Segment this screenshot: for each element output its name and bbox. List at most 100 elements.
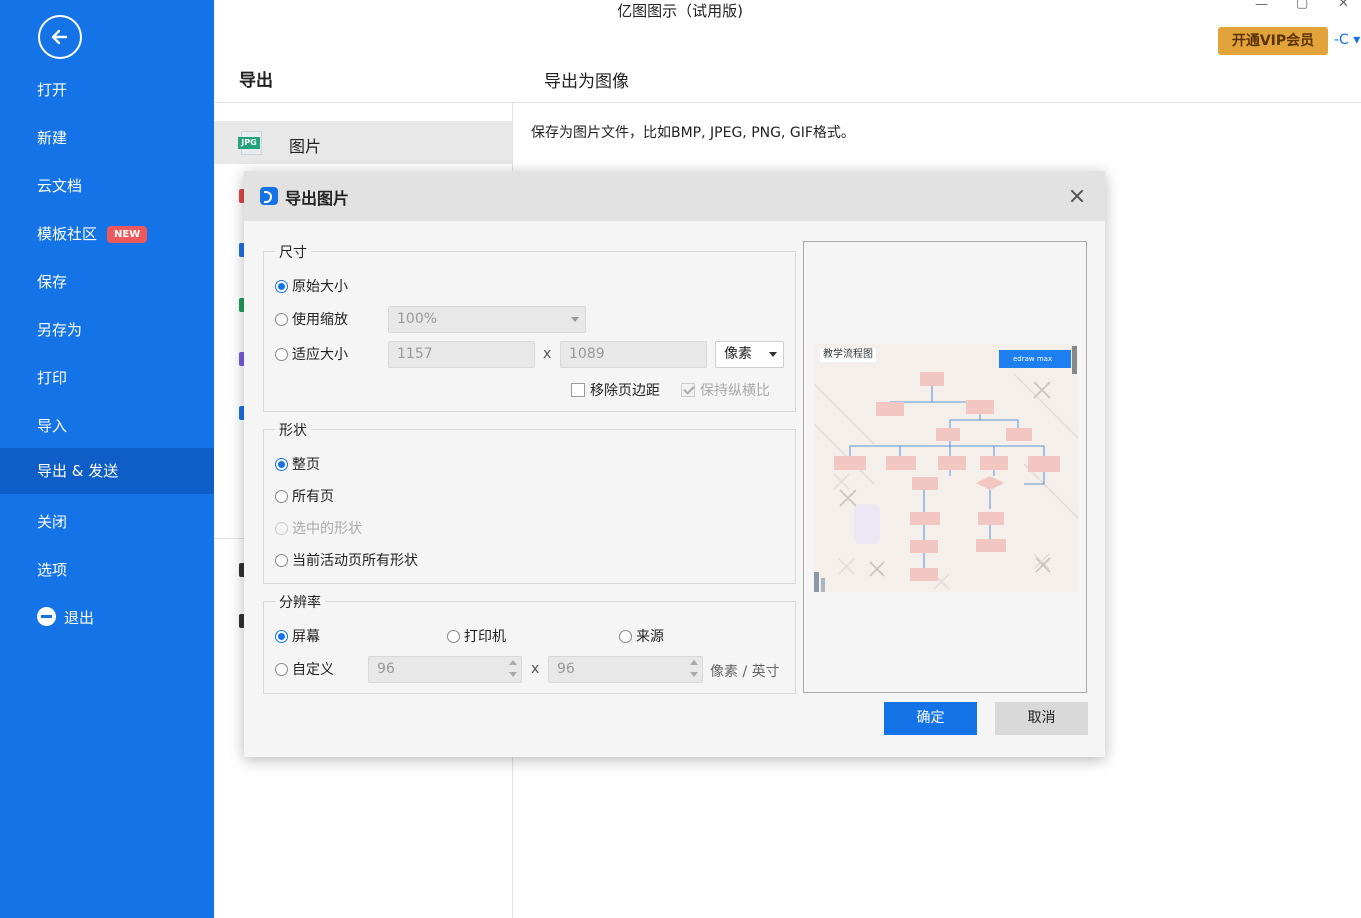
size-legend: 尺寸 <box>275 242 311 262</box>
sidebar-item-label: 保存 <box>37 273 68 291</box>
chevron-down-icon <box>571 317 579 322</box>
close-window-icon[interactable]: ✕ <box>1338 0 1349 11</box>
radio-icon <box>275 663 288 676</box>
radio-screen[interactable]: 屏幕 <box>275 626 320 646</box>
sidebar-item-label: 另存为 <box>37 321 83 339</box>
arrow-left-icon <box>51 29 68 45</box>
ok-button[interactable]: 确定 <box>884 702 977 735</box>
sidebar-item-print[interactable]: 打印 <box>0 355 214 401</box>
section-title: 导出 <box>239 71 273 91</box>
divider <box>214 102 1361 103</box>
width-field[interactable]: 1157 <box>388 341 535 368</box>
remove-margin-checkbox[interactable]: 移除页边距 <box>571 380 660 400</box>
sidebar-item-options[interactable]: 选项 <box>0 547 214 593</box>
spin-down-icon[interactable] <box>690 672 698 677</box>
radio-use-zoom[interactable]: 使用缩放 <box>275 309 348 329</box>
radio-whole-page[interactable]: 整页 <box>275 454 320 474</box>
close-icon[interactable] <box>1067 186 1087 206</box>
sidebar-item-save[interactable]: 保存 <box>0 259 214 305</box>
sidebar-item-label: 导出 & 发送 <box>37 462 119 480</box>
sidebar-item-new[interactable]: 新建 <box>0 115 214 161</box>
sidebar-item-open[interactable]: 打开 <box>0 67 214 113</box>
dpi-unit-label: 像素 / 英寸 <box>710 664 780 680</box>
sidebar-item-label: 退出 <box>64 609 95 627</box>
window-title: 亿图图示（试用版) <box>617 2 743 20</box>
app-window: 打开 新建 云文档 模板社区 NEW 保存 另存为 打印 导入 导出 & 发送 关… <box>0 0 1361 918</box>
resolution-group: 分辨率 屏幕 打印机 来源 自定义 96 x 96 像素 / 英寸 <box>263 592 796 694</box>
sidebar-item-label: 云文档 <box>37 177 83 195</box>
radio-custom[interactable]: 自定义 <box>275 659 334 679</box>
spin-down-icon[interactable] <box>509 672 517 677</box>
radio-source[interactable]: 来源 <box>619 626 664 646</box>
radio-printer[interactable]: 打印机 <box>447 626 506 646</box>
radio-original-size[interactable]: 原始大小 <box>275 276 348 296</box>
sidebar-item-label: 模板社区 <box>37 225 98 243</box>
sidebar-item-label: 新建 <box>37 129 68 147</box>
panel-title: 导出为图像 <box>544 72 629 92</box>
sidebar: 打开 新建 云文档 模板社区 NEW 保存 另存为 打印 导入 导出 & 发送 关… <box>0 0 214 918</box>
minimize-icon[interactable]: — <box>1255 0 1268 12</box>
zoom-select[interactable]: 100% <box>388 306 586 333</box>
unit-select[interactable]: 像素 <box>715 341 784 368</box>
sidebar-item-templates[interactable]: 模板社区 NEW <box>0 211 214 257</box>
thumbnail-scrollbar <box>1072 346 1077 374</box>
export-type-image[interactable]: JPG 图片 <box>214 121 512 164</box>
sidebar-item-close[interactable]: 关闭 <box>0 499 214 545</box>
preview-thumbnail: 教学流程图 edraw max <box>814 344 1078 592</box>
sidebar-item-label: 打印 <box>37 369 68 387</box>
shape-legend: 形状 <box>275 420 311 440</box>
vip-button[interactable]: 开通VIP会员 <box>1218 27 1328 55</box>
sidebar-item-cloud-docs[interactable]: 云文档 <box>0 163 214 209</box>
checkbox-icon <box>681 383 695 397</box>
dialog-title: 导出图片 <box>285 189 350 208</box>
sidebar-item-save-as[interactable]: 另存为 <box>0 307 214 353</box>
thumbnail-brand: edraw max <box>999 350 1071 368</box>
keep-ratio-checkbox[interactable]: 保持纵横比 <box>681 380 770 400</box>
radio-fit-size[interactable]: 适应大小 <box>275 344 348 364</box>
dpi-y-field[interactable]: 96 <box>548 656 703 683</box>
app-logo-icon <box>260 187 278 205</box>
jpg-file-icon: JPG <box>238 131 262 155</box>
sidebar-item-label: 关闭 <box>37 513 68 531</box>
radio-icon <box>275 554 288 567</box>
sidebar-item-export-send[interactable]: 导出 & 发送 <box>0 448 214 494</box>
radio-icon <box>275 313 288 326</box>
times-label: x <box>531 661 540 677</box>
chevron-down-icon <box>769 352 777 357</box>
height-field[interactable]: 1089 <box>560 341 707 368</box>
export-type-label: 图片 <box>289 137 322 156</box>
radio-icon <box>275 348 288 361</box>
flowchart-thumbnail <box>814 344 1078 592</box>
sidebar-item-label: 选项 <box>37 561 68 579</box>
spin-up-icon[interactable] <box>690 660 698 665</box>
dialog-header: 导出图片 <box>244 171 1105 221</box>
exit-icon <box>37 607 56 626</box>
back-button[interactable] <box>38 15 82 59</box>
size-group: 尺寸 原始大小 使用缩放 100% 适应大小 1157 x 1089 像素 移除… <box>263 242 796 412</box>
spin-up-icon[interactable] <box>509 660 517 665</box>
radio-icon <box>275 458 288 471</box>
export-image-dialog: 导出图片 尺寸 原始大小 使用缩放 100% 适应大小 1157 x 1089 … <box>244 171 1105 757</box>
image-preview: 教学流程图 edraw max <box>803 241 1087 693</box>
sidebar-item-label: 打开 <box>37 81 68 99</box>
checkbox-icon <box>571 383 585 397</box>
resolution-legend: 分辨率 <box>275 592 325 612</box>
radio-icon <box>275 280 288 293</box>
sidebar-item-exit[interactable]: 退出 <box>0 595 214 641</box>
shape-group: 形状 整页 所有页 选中的形状 当前活动页所有形状 <box>263 420 796 584</box>
user-menu[interactable]: -C ▾ <box>1334 32 1360 48</box>
export-description: 保存为图片文件，比如BMP, JPEG, PNG, GIF格式。 <box>531 125 855 141</box>
radio-selected-shapes[interactable]: 选中的形状 <box>275 518 362 538</box>
cancel-button[interactable]: 取消 <box>995 702 1088 735</box>
thumbnail-title: 教学流程图 <box>820 348 876 362</box>
sidebar-item-import[interactable]: 导入 <box>0 403 214 449</box>
radio-all-pages[interactable]: 所有页 <box>275 486 334 506</box>
sidebar-item-label: 导入 <box>37 417 68 435</box>
radio-icon <box>447 630 460 643</box>
radio-icon <box>275 490 288 503</box>
dpi-x-field[interactable]: 96 <box>368 656 522 683</box>
maximize-icon[interactable]: ▢ <box>1296 0 1308 11</box>
radio-active-page-shapes[interactable]: 当前活动页所有形状 <box>275 550 418 570</box>
radio-icon <box>275 522 288 535</box>
new-badge: NEW <box>107 226 148 243</box>
